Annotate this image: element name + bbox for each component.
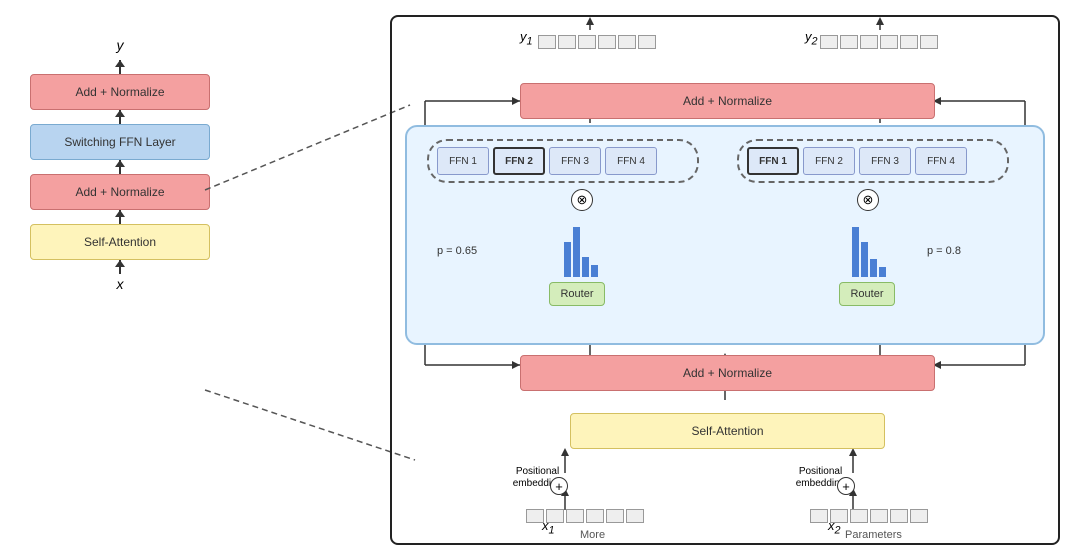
p1-label: p = 0.65 (437, 245, 477, 257)
plus-circle-right: + (837, 477, 855, 495)
left-self-attn: Self-Attention (30, 224, 210, 260)
right-add-norm-bottom: Add + Normalize (520, 355, 935, 391)
more-label: More (580, 529, 605, 541)
x2-label: x2 (828, 518, 841, 537)
params-label: Parameters (845, 529, 902, 541)
y2-label: y2 (805, 29, 818, 48)
left-switch-ffn: Switching FFN Layer (30, 124, 210, 160)
otimes-right: ⊗ (857, 189, 879, 211)
right-diagram: y1 y2 Add + Normalize FFN 1 FFN 2 FFN 3 … (390, 15, 1060, 545)
y1-token-grid (538, 35, 656, 49)
histogram-left (564, 227, 604, 277)
y2-token-grid (820, 35, 938, 49)
right-self-attn: Self-Attention (570, 413, 885, 449)
left-diagram: y Add + Normalize Switching FFN Layer Ad… (20, 30, 220, 490)
dashed-oval-right (737, 139, 1009, 183)
left-add-norm-2: Add + Normalize (30, 174, 210, 210)
blue-inner-box: FFN 1 FFN 2 FFN 3 FFN 4 ⊗ Router p = 0.6… (405, 125, 1045, 345)
right-add-norm-top: Add + Normalize (520, 83, 935, 119)
y1-label: y1 (520, 29, 533, 48)
plus-circle-left: + (550, 477, 568, 495)
dashed-oval-left (427, 139, 699, 183)
left-y-label: y (117, 37, 124, 53)
x1-label: x1 (542, 518, 555, 537)
left-x-label: x (117, 276, 124, 292)
router-left: Router (549, 282, 605, 306)
router-right: Router (839, 282, 895, 306)
left-add-norm-1: Add + Normalize (30, 74, 210, 110)
p2-label: p = 0.8 (927, 245, 961, 257)
histogram-right (852, 227, 892, 277)
otimes-left: ⊗ (571, 189, 593, 211)
